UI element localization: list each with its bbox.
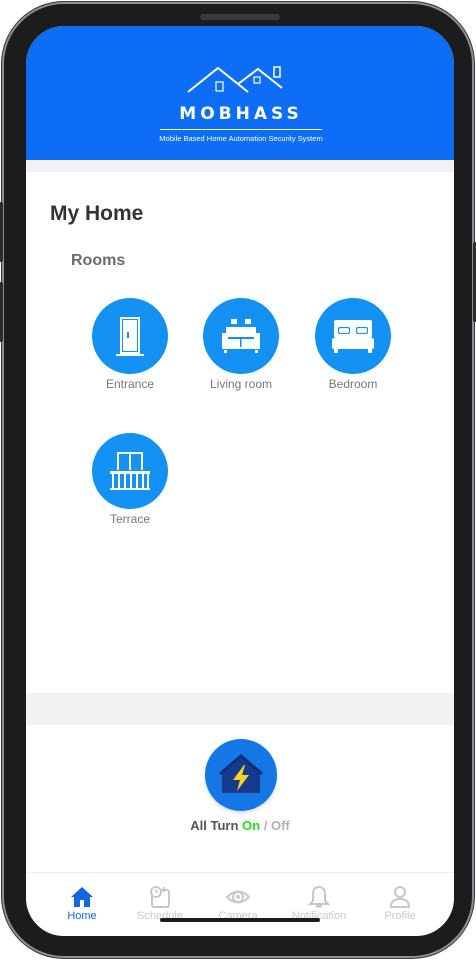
logo-divider bbox=[160, 129, 322, 130]
all-power-label: All Turn On / Off bbox=[26, 818, 454, 833]
nav-home[interactable]: Home bbox=[42, 885, 122, 922]
rooms-heading: Rooms bbox=[71, 252, 126, 269]
header-divider-band bbox=[26, 160, 454, 172]
speaker-grille bbox=[200, 14, 280, 20]
bottom-navigation: Home Schedule Camera Notification Profil… bbox=[26, 872, 454, 936]
room-bedroom[interactable]: Bedroom bbox=[303, 298, 403, 391]
room-terrace[interactable]: Terrace bbox=[80, 433, 180, 526]
sofa-icon bbox=[222, 319, 260, 353]
app-tagline: Mobile Based Home Automation Security Sy… bbox=[159, 134, 323, 143]
room-icon-circle bbox=[92, 298, 168, 374]
page-title: My Home bbox=[50, 202, 144, 225]
eye-icon bbox=[226, 890, 250, 904]
roof-logo-icon bbox=[187, 66, 283, 93]
app-logo: MOBHASS Mobile Based Home Automation Sec… bbox=[146, 62, 336, 152]
room-icon-circle bbox=[203, 298, 279, 374]
room-label: Bedroom bbox=[328, 377, 378, 391]
section-divider-band bbox=[26, 693, 454, 725]
room-living-room[interactable]: Living room bbox=[191, 298, 291, 391]
schedule-icon bbox=[150, 886, 170, 908]
side-button bbox=[0, 202, 3, 262]
room-icon-circle bbox=[315, 298, 391, 374]
power-separator: / bbox=[263, 818, 268, 833]
room-icon-circle bbox=[92, 433, 168, 509]
nav-camera[interactable]: Camera bbox=[198, 885, 278, 922]
nav-schedule[interactable]: Schedule bbox=[120, 885, 200, 922]
side-button bbox=[0, 282, 3, 342]
nav-notification[interactable]: Notification bbox=[279, 885, 359, 922]
app-screen: MOBHASS Mobile Based Home Automation Sec… bbox=[26, 26, 454, 936]
app-name: MOBHASS bbox=[179, 104, 303, 124]
phone-frame: MOBHASS Mobile Based Home Automation Sec… bbox=[0, 2, 476, 958]
room-entrance[interactable]: Entrance bbox=[80, 298, 180, 391]
bell-icon bbox=[308, 885, 330, 908]
nav-label: Profile bbox=[384, 910, 416, 922]
turn-off-link[interactable]: Off bbox=[271, 818, 290, 833]
bed-icon bbox=[332, 320, 374, 353]
home-indicator[interactable] bbox=[160, 918, 320, 922]
all-power-button[interactable] bbox=[205, 739, 277, 811]
home-power-icon bbox=[219, 754, 263, 793]
door-icon bbox=[116, 317, 144, 356]
nav-profile[interactable]: Profile bbox=[360, 885, 440, 922]
nav-label: Home bbox=[67, 910, 97, 922]
power-prefix: All Turn bbox=[190, 818, 239, 833]
room-label: Entrance bbox=[105, 377, 155, 391]
turn-on-link[interactable]: On bbox=[242, 818, 260, 833]
person-icon bbox=[389, 886, 411, 908]
home-icon bbox=[71, 887, 93, 907]
app-header: MOBHASS Mobile Based Home Automation Sec… bbox=[26, 26, 454, 160]
balcony-icon bbox=[110, 452, 150, 490]
room-label: Terrace bbox=[109, 512, 150, 526]
room-label: Living room bbox=[209, 377, 273, 391]
